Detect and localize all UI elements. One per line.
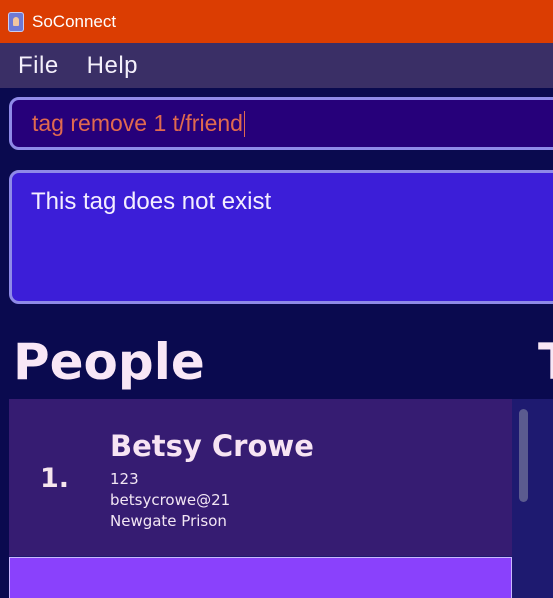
- person-address: Newgate Prison: [110, 512, 227, 530]
- person-phone: 123: [110, 470, 139, 488]
- people-heading: People: [13, 333, 205, 391]
- person-list[interactable]: 1. Betsy Crowe 123 betsycrowe@21 Newgate…: [9, 399, 537, 598]
- address-book-icon: [8, 11, 24, 32]
- person-index: 1.: [40, 463, 70, 494]
- person-card[interactable]: 1. Betsy Crowe 123 betsycrowe@21 Newgate…: [9, 399, 512, 556]
- title-bar: SoConnect: [0, 0, 553, 43]
- result-display: This tag does not exist: [9, 170, 553, 304]
- text-caret: [243, 110, 245, 137]
- tag-list-panel: [537, 399, 553, 598]
- person-card-selected[interactable]: [9, 557, 512, 598]
- window-title: SoConnect: [32, 11, 117, 31]
- person-index-partial: [118, 588, 130, 592]
- list-scrollbar[interactable]: [519, 409, 528, 502]
- tags-heading: T: [538, 333, 553, 391]
- command-input[interactable]: tag remove 1 t/friend: [9, 97, 553, 150]
- person-email: betsycrowe@21: [110, 491, 231, 509]
- person-name: Betsy Crowe: [110, 429, 314, 463]
- menu-bar: File Help: [0, 43, 553, 88]
- command-text: tag remove 1 t/friend: [32, 110, 243, 136]
- menu-file[interactable]: File: [18, 52, 59, 80]
- result-message: This tag does not exist: [31, 188, 272, 215]
- menu-help[interactable]: Help: [87, 52, 138, 80]
